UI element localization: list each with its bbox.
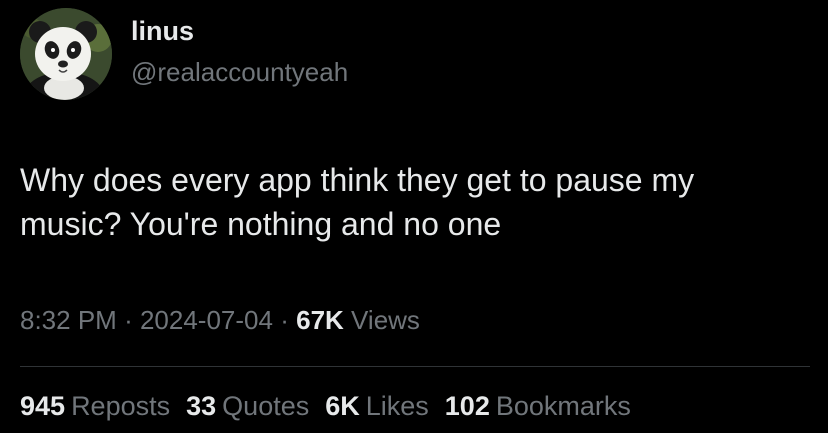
likes-stat[interactable]: 6K Likes (325, 391, 429, 422)
quotes-label: Quotes (222, 391, 310, 421)
divider (20, 366, 810, 367)
views-count: 67K (296, 305, 344, 335)
likes-label: Likes (365, 391, 429, 421)
tweet-meta: 8:32 PM · 2024-07-04 · 67K Views (20, 305, 420, 336)
tweet-text-line: Why does every app think they get to pau… (20, 162, 695, 198)
reposts-label: Reposts (71, 391, 171, 421)
tweet-text-line: music? You're nothing and no one (20, 206, 502, 242)
meta-separator: · (124, 305, 133, 335)
likes-count: 6K (325, 391, 360, 421)
display-name[interactable]: linus (131, 16, 194, 47)
bookmarks-count: 102 (444, 391, 490, 421)
reposts-count: 945 (20, 391, 66, 421)
tweet-date[interactable]: 2024-07-04 (140, 305, 273, 335)
panda-avatar-icon (20, 8, 112, 100)
user-handle[interactable]: @realaccountyeah (131, 57, 348, 88)
avatar[interactable] (20, 8, 112, 100)
quotes-count: 33 (186, 391, 217, 421)
meta-separator: · (280, 305, 289, 335)
reposts-stat[interactable]: 945 Reposts (20, 391, 170, 422)
tweet-time[interactable]: 8:32 PM (20, 305, 117, 335)
quotes-stat[interactable]: 33 Quotes (186, 391, 309, 422)
bookmarks-stat[interactable]: 102 Bookmarks (445, 391, 631, 422)
tweet-text: Why does every app think they get to pau… (20, 158, 800, 246)
engagement-stats: 945 Reposts 33 Quotes 6K Likes 102 Bookm… (20, 391, 631, 422)
bookmarks-label: Bookmarks (495, 391, 631, 421)
views-label: Views (351, 305, 420, 335)
